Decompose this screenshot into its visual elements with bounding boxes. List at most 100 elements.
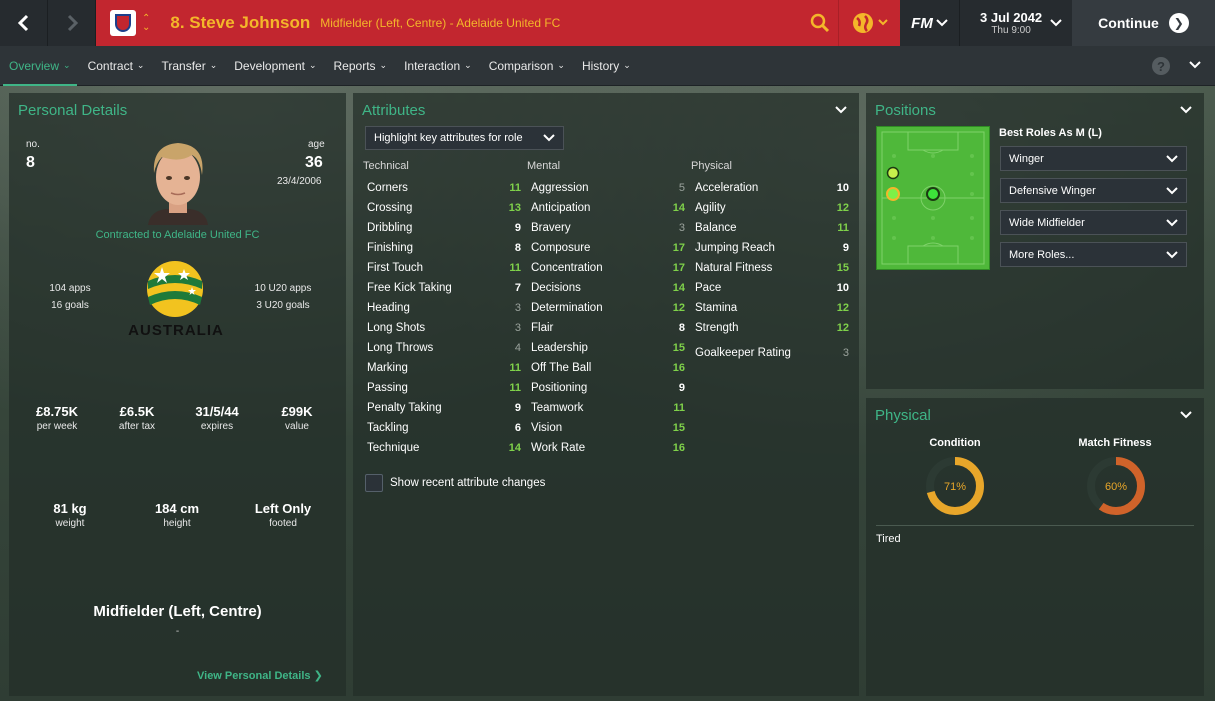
attribute-row[interactable]: Flair 8 bbox=[527, 318, 685, 338]
attribute-row[interactable]: Heading 3 bbox=[363, 298, 521, 318]
attribute-value: 14 bbox=[672, 282, 685, 294]
attribute-value: 10 bbox=[836, 182, 849, 194]
chevron-down-icon[interactable] bbox=[1180, 408, 1192, 422]
attribute-value: 17 bbox=[672, 262, 685, 274]
chevron-down-icon[interactable] bbox=[1180, 103, 1192, 117]
squad-number: 8 bbox=[26, 154, 35, 171]
attribute-value: 3 bbox=[842, 347, 849, 359]
senior-apps: 104 apps bbox=[49, 283, 91, 294]
attribute-name: Passing bbox=[367, 382, 408, 394]
attribute-row[interactable]: Jumping Reach 9 bbox=[691, 238, 849, 258]
attribute-row[interactable]: Strength 12 bbox=[691, 318, 849, 338]
attribute-row[interactable]: Aggression 5 bbox=[527, 178, 685, 198]
attribute-row[interactable]: Positioning 9 bbox=[527, 378, 685, 398]
attribute-row[interactable]: Marking 11 bbox=[363, 358, 521, 378]
physical-header: Physical bbox=[691, 160, 732, 172]
attribute-row[interactable]: Decisions 14 bbox=[527, 278, 685, 298]
attribute-row[interactable]: Finishing 8 bbox=[363, 238, 521, 258]
attribute-row[interactable]: Free Kick Taking 7 bbox=[363, 278, 521, 298]
role-dropdown-wide-midfielder[interactable]: Wide Midfielder bbox=[1000, 210, 1187, 235]
tab-overview[interactable]: Overview ⌄ bbox=[3, 46, 77, 86]
search-icon[interactable] bbox=[810, 13, 830, 33]
panel-title: Positions bbox=[875, 102, 936, 119]
forward-button[interactable] bbox=[48, 0, 96, 46]
view-personal-details-link[interactable]: View Personal Details ❯ bbox=[197, 669, 323, 682]
attribute-value: 13 bbox=[508, 202, 521, 214]
current-date: 3 Jul 2042 bbox=[980, 10, 1043, 25]
attribute-row[interactable]: Balance 11 bbox=[691, 218, 849, 238]
attribute-row[interactable]: Teamwork 11 bbox=[527, 398, 685, 418]
chevron-down-icon[interactable] bbox=[1189, 58, 1201, 72]
attribute-row[interactable]: Leadership 15 bbox=[527, 338, 685, 358]
attribute-value: 16 bbox=[672, 442, 685, 454]
attribute-name: Pace bbox=[695, 282, 722, 294]
attribute-row[interactable]: Off The Ball 16 bbox=[527, 358, 685, 378]
attribute-row[interactable]: Penalty Taking 9 bbox=[363, 398, 521, 418]
attribute-value: 9 bbox=[842, 242, 849, 254]
tab-comparison[interactable]: Comparison ⌄ bbox=[489, 46, 565, 86]
player-switch-arrows[interactable]: ⌃ ⌄ bbox=[142, 14, 150, 33]
attribute-row[interactable]: Natural Fitness 15 bbox=[691, 258, 849, 278]
attribute-name: Heading bbox=[367, 302, 410, 314]
tab-history[interactable]: History ⌄ bbox=[582, 46, 631, 86]
attribute-name: Positioning bbox=[531, 382, 588, 394]
attribute-row[interactable]: Crossing 13 bbox=[363, 198, 521, 218]
attribute-name: Aggression bbox=[531, 182, 589, 194]
role-dropdown-winger[interactable]: Winger bbox=[1000, 146, 1187, 171]
attribute-row[interactable]: Passing 11 bbox=[363, 378, 521, 398]
attribute-row[interactable]: Composure 17 bbox=[527, 238, 685, 258]
back-button[interactable] bbox=[0, 0, 48, 46]
club-badge-icon[interactable] bbox=[110, 10, 136, 36]
attribute-row[interactable]: Determination 12 bbox=[527, 298, 685, 318]
chevron-down-icon[interactable] bbox=[835, 103, 847, 117]
attribute-row[interactable]: First Touch 11 bbox=[363, 258, 521, 278]
recent-changes-checkbox[interactable] bbox=[365, 474, 383, 492]
position-pitch-map[interactable] bbox=[876, 126, 990, 270]
attribute-name: Acceleration bbox=[695, 182, 759, 194]
chevron-down-icon: ⌄ bbox=[557, 60, 565, 70]
tab-interaction[interactable]: Interaction ⌄ bbox=[404, 46, 472, 86]
fm-logo: FM bbox=[911, 14, 933, 32]
player-subtitle: Midfielder (Left, Centre) - Adelaide Uni… bbox=[320, 16, 561, 30]
role-dropdown-defensive-winger[interactable]: Defensive Winger bbox=[1000, 178, 1187, 203]
tab-transfer[interactable]: Transfer ⌄ bbox=[161, 46, 217, 86]
role-label: Wide Midfielder bbox=[1009, 216, 1085, 229]
attribute-row[interactable]: Tackling 6 bbox=[363, 418, 521, 438]
attribute-row[interactable]: Pace 10 bbox=[691, 278, 849, 298]
attribute-row[interactable]: Technique 14 bbox=[363, 438, 521, 458]
globe-menu-button[interactable] bbox=[852, 12, 890, 34]
attribute-name: Jumping Reach bbox=[695, 242, 775, 254]
attribute-row[interactable]: Vision 15 bbox=[527, 418, 685, 438]
tab-reports[interactable]: Reports ⌄ bbox=[334, 46, 388, 86]
condition-gauge: 71% bbox=[926, 457, 984, 515]
technical-header: Technical bbox=[363, 160, 409, 172]
tab-development[interactable]: Development ⌄ bbox=[234, 46, 316, 86]
contract-status[interactable]: Contracted to Adelaide United FC bbox=[9, 229, 346, 241]
australia-crest-icon[interactable] bbox=[140, 259, 210, 321]
attribute-row[interactable]: Stamina 12 bbox=[691, 298, 849, 318]
fm-menu-button[interactable]: FM bbox=[900, 0, 960, 46]
attribute-row[interactable]: Work Rate 16 bbox=[527, 438, 685, 458]
attribute-row[interactable]: Agility 12 bbox=[691, 198, 849, 218]
attribute-name: Strength bbox=[695, 322, 739, 334]
continue-button[interactable]: Continue ❯ bbox=[1072, 0, 1215, 46]
attribute-name: Balance bbox=[695, 222, 737, 234]
player-position: Midfielder (Left, Centre) bbox=[93, 603, 262, 620]
attribute-row[interactable]: Long Throws 4 bbox=[363, 338, 521, 358]
attribute-row[interactable]: Corners 11 bbox=[363, 178, 521, 198]
tab-contract[interactable]: Contract ⌄ bbox=[88, 46, 145, 86]
attribute-row[interactable]: Acceleration 10 bbox=[691, 178, 849, 198]
attribute-value: 11 bbox=[837, 222, 849, 234]
tab-label: Reports bbox=[333, 58, 376, 73]
attribute-row[interactable]: Long Shots 3 bbox=[363, 318, 521, 338]
help-icon[interactable]: ? bbox=[1152, 57, 1170, 75]
role-dropdown-more-roles[interactable]: More Roles... bbox=[1000, 242, 1187, 267]
attribute-row[interactable]: Dribbling 9 bbox=[363, 218, 521, 238]
highlight-role-dropdown[interactable]: Highlight key attributes for role bbox=[365, 126, 564, 150]
date-display[interactable]: 3 Jul 2042 Thu 9:00 bbox=[960, 0, 1072, 46]
recent-changes-label: Show recent attribute changes bbox=[390, 477, 546, 489]
attribute-row[interactable]: Bravery 3 bbox=[527, 218, 685, 238]
attribute-row[interactable]: Anticipation 14 bbox=[527, 198, 685, 218]
attribute-row[interactable]: Concentration 17 bbox=[527, 258, 685, 278]
chevron-down-icon[interactable]: ⌄ bbox=[142, 23, 150, 33]
